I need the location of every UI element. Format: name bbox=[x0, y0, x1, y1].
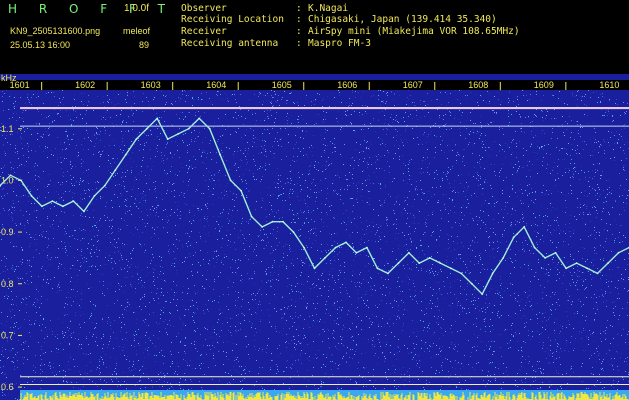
data-point bbox=[124, 153, 127, 156]
data-point bbox=[387, 272, 389, 275]
data-point bbox=[72, 200, 75, 202]
data-point bbox=[366, 246, 368, 249]
data-point bbox=[502, 257, 505, 259]
data-point bbox=[397, 262, 400, 264]
count-value: 89 bbox=[139, 40, 150, 50]
info-separator: : bbox=[296, 3, 302, 14]
data-point bbox=[41, 205, 43, 208]
data-point bbox=[408, 251, 410, 254]
info-label-location: Receiving Location bbox=[181, 14, 284, 25]
data-point bbox=[481, 293, 484, 295]
data-point bbox=[313, 267, 316, 270]
data-point bbox=[533, 246, 536, 249]
x-tick-label: 1610 bbox=[599, 80, 619, 90]
info-separator: : bbox=[296, 38, 302, 49]
data-point bbox=[565, 267, 567, 270]
x-tick-label: 1609 bbox=[534, 80, 554, 90]
data-point bbox=[9, 174, 12, 177]
y-tick-label: 1.1 bbox=[1, 124, 14, 134]
data-point bbox=[439, 262, 442, 264]
data-point bbox=[240, 189, 243, 192]
info-separator: : bbox=[296, 14, 302, 25]
data-point bbox=[219, 153, 222, 156]
data-point bbox=[554, 251, 557, 254]
info-value-location: Chigasaki, Japan (139.414 35.340) bbox=[308, 14, 497, 25]
data-point bbox=[428, 257, 431, 259]
info-label-observer: Observer bbox=[181, 3, 227, 14]
y-tick-label: 0.6 bbox=[1, 382, 14, 392]
x-tick-label: 1607 bbox=[403, 80, 423, 90]
speed-label: 1.0.0f bbox=[124, 3, 150, 14]
data-point bbox=[135, 138, 138, 140]
mode-label: meleof bbox=[123, 26, 151, 36]
data-point bbox=[208, 127, 211, 130]
data-point bbox=[575, 262, 578, 264]
x-tick-label: 1602 bbox=[75, 80, 95, 90]
data-point bbox=[103, 184, 106, 187]
data-point bbox=[261, 226, 263, 228]
spectrogram-chart: 0.60.70.80.91.01.1 1601 1602 1603 1604 1605 1… bbox=[0, 74, 629, 400]
data-point bbox=[596, 272, 599, 275]
info-label-antenna: Receiving antenna bbox=[181, 38, 279, 49]
datetime: 25.05.13 16:00 bbox=[10, 40, 71, 50]
data-point bbox=[282, 220, 284, 223]
data-point bbox=[617, 251, 620, 254]
info-value-receiver: AirSpy mini (Miakejima VOR 108.65MHz) bbox=[308, 26, 520, 37]
data-point bbox=[156, 117, 159, 120]
data-point bbox=[586, 267, 588, 270]
data-point bbox=[491, 272, 494, 275]
data-point bbox=[544, 257, 546, 259]
data-point bbox=[470, 282, 473, 285]
data-point bbox=[607, 262, 609, 264]
y-tick-label: 0.8 bbox=[1, 279, 14, 289]
info-label-receiver: Receiver bbox=[181, 26, 227, 37]
header-panel: H R O F F T 1.0.0f KN9_2505131600.png me… bbox=[0, 0, 629, 74]
data-point bbox=[523, 226, 526, 228]
app-title: H R O F F T bbox=[8, 2, 175, 16]
data-point bbox=[376, 267, 379, 270]
bottom-level-strip bbox=[19, 390, 629, 400]
x-tick-label: 1604 bbox=[206, 80, 226, 90]
data-point bbox=[62, 205, 64, 208]
data-point bbox=[229, 179, 232, 182]
data-point bbox=[51, 200, 54, 202]
data-point bbox=[324, 257, 326, 259]
y-tick-label: 0.7 bbox=[1, 330, 14, 340]
data-point bbox=[20, 179, 22, 182]
data-point bbox=[30, 195, 33, 197]
data-point bbox=[83, 210, 85, 213]
data-point bbox=[114, 169, 117, 171]
data-point bbox=[198, 117, 201, 120]
data-point bbox=[418, 262, 421, 264]
data-point bbox=[166, 138, 169, 140]
data-point bbox=[93, 195, 96, 197]
file-name: KN9_2505131600.png bbox=[10, 26, 101, 36]
y-tick-label: 0.9 bbox=[1, 227, 14, 237]
data-point bbox=[460, 272, 463, 275]
data-point bbox=[449, 267, 452, 270]
data-point bbox=[512, 236, 515, 239]
data-point bbox=[303, 246, 305, 249]
data-point bbox=[187, 127, 190, 130]
x-tick-label: 1605 bbox=[272, 80, 292, 90]
data-point bbox=[177, 133, 180, 135]
info-value-antenna: Maspro FM-3 bbox=[308, 38, 371, 49]
info-separator: : bbox=[296, 26, 302, 37]
x-tick-label: 1606 bbox=[337, 80, 357, 90]
y-tick-label: 1.0 bbox=[1, 175, 14, 185]
data-point bbox=[145, 127, 148, 130]
data-point bbox=[345, 241, 347, 244]
data-point bbox=[292, 231, 295, 234]
x-tick-label: 1603 bbox=[141, 80, 161, 90]
y-axis-unit-label: kHz bbox=[1, 73, 17, 83]
data-point bbox=[271, 220, 274, 223]
x-tick-label: 1608 bbox=[468, 80, 488, 90]
info-value-observer: K.Nagai bbox=[308, 3, 349, 14]
data-point bbox=[334, 246, 337, 249]
data-point bbox=[250, 215, 253, 218]
data-point bbox=[355, 251, 358, 254]
